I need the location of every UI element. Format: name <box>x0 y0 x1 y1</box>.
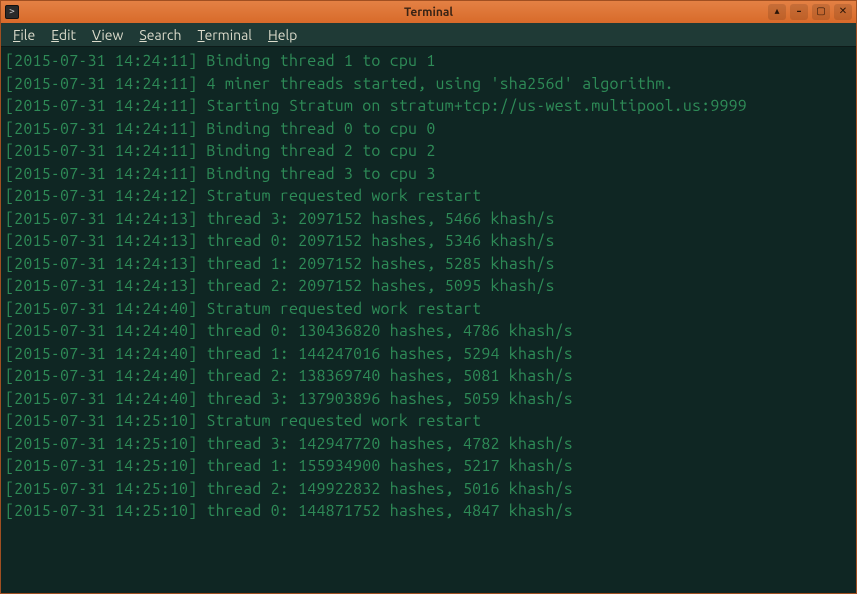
menu-search[interactable]: Search <box>133 25 187 45</box>
terminal-log: [2015-07-31 14:24:11] Binding thread 1 t… <box>5 50 852 523</box>
titlebar[interactable]: Terminal ▴ – ▢ ✕ <box>1 1 856 23</box>
menu-terminal[interactable]: Terminal <box>191 25 258 45</box>
always-on-top-button[interactable]: ▴ <box>768 4 786 20</box>
terminal-app-icon <box>5 5 19 19</box>
menu-file[interactable]: File <box>7 25 41 45</box>
menu-help[interactable]: Help <box>262 25 303 45</box>
close-button[interactable]: ✕ <box>834 4 852 20</box>
menu-view[interactable]: View <box>86 25 129 45</box>
menubar: File Edit View Search Terminal Help <box>1 23 856 47</box>
terminal-window: Terminal ▴ – ▢ ✕ File Edit View Search T… <box>0 0 857 594</box>
terminal-output-area[interactable]: [2015-07-31 14:24:11] Binding thread 1 t… <box>1 47 856 593</box>
maximize-button[interactable]: ▢ <box>812 4 830 20</box>
window-controls: ▴ – ▢ ✕ <box>768 4 852 20</box>
minimize-button[interactable]: – <box>790 4 808 20</box>
menu-edit[interactable]: Edit <box>45 25 82 45</box>
window-title: Terminal <box>404 6 453 19</box>
